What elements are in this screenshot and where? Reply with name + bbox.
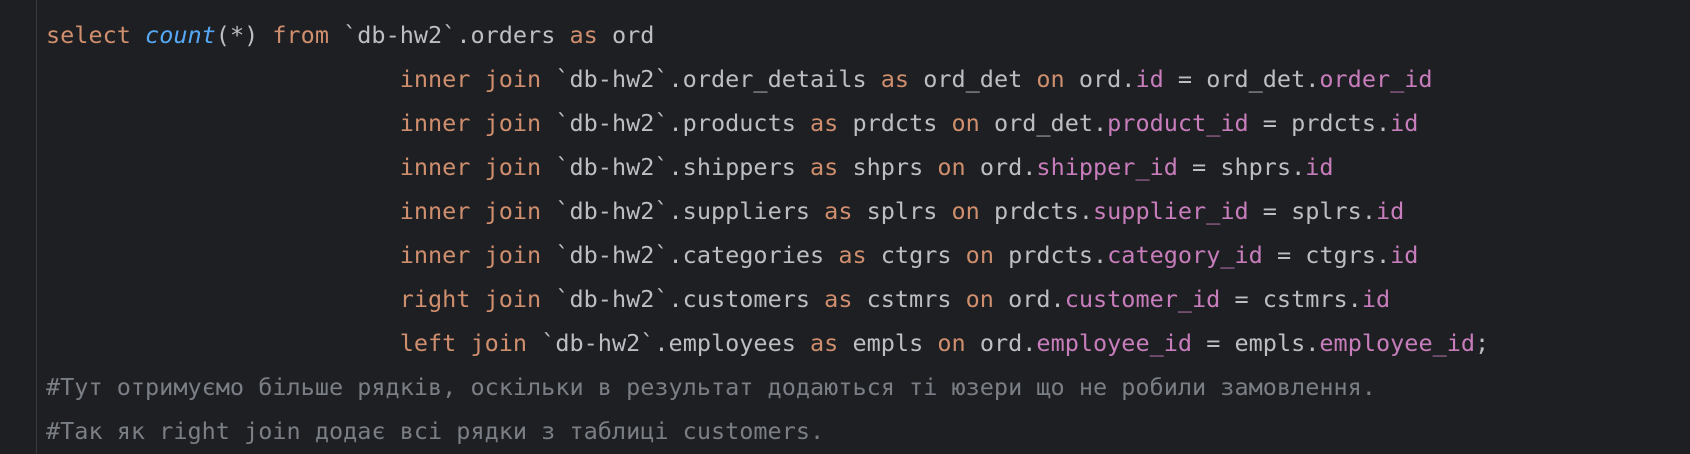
sql-code-block[interactable]: select count(*) from `db-hw2`.orders as … <box>46 13 1489 453</box>
code-token: as <box>810 153 839 181</box>
code-token: id <box>1375 197 1405 225</box>
code-token: right join <box>399 285 542 313</box>
code-token: employee_id <box>1036 329 1193 357</box>
code-token: = ord_det. <box>1163 65 1320 93</box>
code-token: ord. <box>1064 65 1136 93</box>
code-token: ; <box>1475 329 1490 357</box>
code-token: as <box>569 21 598 49</box>
code-token: cstmrs <box>852 285 966 313</box>
code-token: ord. <box>993 285 1065 313</box>
code-line-1[interactable]: select count(*) from `db-hw2`.orders as … <box>46 13 1489 57</box>
code-token: empls <box>838 329 938 357</box>
code-token: inner join <box>399 153 542 181</box>
code-token: shprs <box>838 153 938 181</box>
code-token: prdcts. <box>993 241 1108 269</box>
code-token: supplier_id <box>1093 197 1249 225</box>
code-token: prdcts <box>838 109 952 137</box>
code-token: inner join <box>399 65 542 93</box>
code-token: `db-hw2`.products <box>541 109 811 137</box>
code-token: = splrs. <box>1248 197 1376 225</box>
code-line-8[interactable]: left join `db-hw2`.employees as empls on… <box>46 321 1489 365</box>
code-token: inner join <box>399 197 542 225</box>
code-token: ctgrs <box>866 241 966 269</box>
code-line-3[interactable]: inner join `db-hw2`.products as prdcts o… <box>46 101 1489 145</box>
code-token: id <box>1305 153 1334 181</box>
code-token: as <box>810 109 839 137</box>
code-token: on <box>951 109 980 137</box>
code-token: prdcts. <box>979 197 1093 225</box>
code-token: = ctgrs. <box>1262 241 1391 269</box>
code-line-6[interactable]: inner join `db-hw2`.categories as ctgrs … <box>46 233 1489 277</box>
code-token: id <box>1135 65 1164 93</box>
code-token: inner join <box>399 241 542 269</box>
code-token: `db-hw2`.orders <box>328 21 570 49</box>
code-line-5[interactable]: inner join `db-hw2`.suppliers as splrs o… <box>46 189 1489 233</box>
code-token: `db-hw2`.order_details <box>541 65 881 93</box>
code-token: `db-hw2`.customers <box>541 285 825 313</box>
code-line-7[interactable]: right join `db-hw2`.customers as cstmrs … <box>46 277 1489 321</box>
code-token: = cstmrs. <box>1220 285 1362 313</box>
code-token: as <box>838 241 867 269</box>
code-token: ord. <box>965 329 1037 357</box>
code-token: as <box>810 329 839 357</box>
code-token: on <box>937 153 966 181</box>
code-token: #Так як right join додає всі рядки з таб… <box>46 417 825 445</box>
code-token: ord. <box>965 153 1037 181</box>
code-token: shipper_id <box>1036 153 1178 181</box>
code-token: ord_det <box>909 65 1037 93</box>
code-token: on <box>937 329 966 357</box>
code-token: on <box>1036 65 1065 93</box>
code-token: from <box>272 21 329 49</box>
code-token: `db-hw2`.categories <box>541 241 839 269</box>
code-token: left join <box>399 329 528 357</box>
code-token: `db-hw2`.suppliers <box>541 197 825 225</box>
code-token: as <box>880 65 910 93</box>
code-line-10[interactable]: #Так як right join додає всі рядки з таб… <box>46 409 1489 453</box>
code-token: on <box>951 197 980 225</box>
code-token: as <box>824 285 853 313</box>
code-token: product_id <box>1107 109 1249 137</box>
code-token: id <box>1390 109 1419 137</box>
gutter-divider <box>36 0 37 454</box>
code-token: (*) <box>215 21 273 49</box>
code-token: id <box>1390 241 1419 269</box>
code-token: ord <box>597 21 655 49</box>
code-token: = shprs. <box>1177 153 1306 181</box>
code-token: `db-hw2`.employees <box>527 329 811 357</box>
code-token: order_id <box>1319 65 1433 93</box>
code-token: = prdcts. <box>1248 109 1391 137</box>
code-editor[interactable]: select count(*) from `db-hw2`.orders as … <box>0 0 1690 454</box>
code-token: #Тут отримуємо більше рядків, оскільки в… <box>46 373 1376 401</box>
code-token: inner join <box>399 109 542 137</box>
code-token: = empls. <box>1192 329 1320 357</box>
code-token: count <box>145 21 216 49</box>
code-token: employee_id <box>1319 329 1476 357</box>
code-token: on <box>965 241 994 269</box>
code-line-2[interactable]: inner join `db-hw2`.order_details as ord… <box>46 57 1489 101</box>
code-token: select <box>46 21 131 49</box>
code-token: ord_det. <box>979 109 1108 137</box>
code-token: as <box>824 197 853 225</box>
code-token: `db-hw2`.shippers <box>541 153 811 181</box>
code-line-9[interactable]: #Тут отримуємо більше рядків, оскільки в… <box>46 365 1489 409</box>
code-token: splrs <box>852 197 952 225</box>
code-token: category_id <box>1107 241 1263 269</box>
code-token: on <box>965 285 994 313</box>
code-line-4[interactable]: inner join `db-hw2`.shippers as shprs on… <box>46 145 1489 189</box>
code-token: customer_id <box>1064 285 1221 313</box>
code-token: id <box>1361 285 1391 313</box>
